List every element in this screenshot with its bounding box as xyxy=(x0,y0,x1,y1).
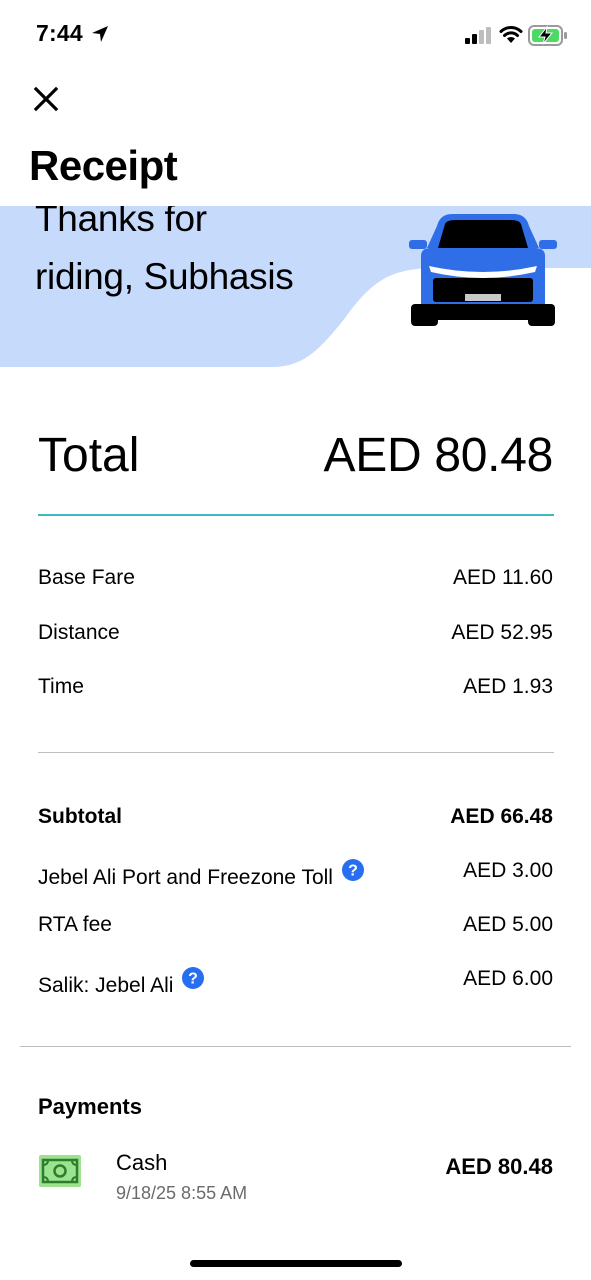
section-divider xyxy=(20,1046,571,1047)
fee-label-wrap: Salik: Jebel Ali? xyxy=(38,967,205,998)
fare-label: Base Fare xyxy=(38,566,135,589)
location-arrow-icon xyxy=(92,26,108,42)
fare-row-distance: Distance AED 52.95 xyxy=(38,621,553,651)
payments-heading: Payments xyxy=(38,1094,142,1119)
fare-row-time: Time AED 1.93 xyxy=(38,675,553,705)
fee-label: RTA fee xyxy=(38,913,112,936)
fee-value: AED 5.00 xyxy=(463,913,553,936)
subtotal-row: Subtotal AED 66.48 xyxy=(38,805,553,835)
hero-greeting: Thanks for riding, Subhasis xyxy=(35,206,375,306)
home-indicator[interactable] xyxy=(190,1260,402,1267)
total-value: AED 80.48 xyxy=(323,429,554,482)
fare-value: AED 1.93 xyxy=(463,675,553,698)
fee-label-wrap: Jebel Ali Port and Freezone Toll? xyxy=(38,859,364,890)
fee-row-rta: RTA fee AED 5.00 xyxy=(38,913,553,943)
subtotal-value: AED 66.48 xyxy=(450,805,553,828)
car-icon xyxy=(409,214,557,326)
subtotal-label: Subtotal xyxy=(38,805,122,828)
section-divider xyxy=(38,752,554,753)
status-time: 7:44 xyxy=(36,20,83,46)
wifi-icon xyxy=(499,26,523,43)
close-button[interactable] xyxy=(31,84,61,114)
fee-value: AED 6.00 xyxy=(463,967,553,990)
help-icon[interactable]: ? xyxy=(341,859,364,881)
fee-row-salik: Salik: Jebel Ali? AED 6.00 xyxy=(38,967,553,997)
fee-label: Salik: Jebel Ali xyxy=(38,974,174,997)
fare-label: Time xyxy=(38,675,84,698)
cellular-signal-icon xyxy=(465,27,491,44)
svg-text:?: ? xyxy=(189,971,199,988)
fare-value: AED 52.95 xyxy=(451,621,553,644)
total-label: Total xyxy=(38,429,140,482)
fee-value: AED 3.00 xyxy=(463,859,553,882)
svg-text:?: ? xyxy=(348,863,358,880)
status-bar: 7:44 xyxy=(0,0,591,70)
hero-banner: Thanks for riding, Subhasis xyxy=(0,206,591,367)
hero-greeting-line1: Thanks for xyxy=(35,206,207,239)
fare-row-base-fare: Base Fare AED 11.60 xyxy=(38,566,553,596)
payment-date: 9/18/25 8:55 AM xyxy=(116,1183,248,1203)
help-icon[interactable]: ? xyxy=(182,967,205,989)
payment-method: Cash xyxy=(116,1150,168,1175)
hero-greeting-line2: riding, Subhasis xyxy=(35,256,294,297)
fee-label: Jebel Ali Port and Freezone Toll xyxy=(38,866,333,889)
fare-value: AED 11.60 xyxy=(452,566,553,589)
cash-icon xyxy=(39,1155,81,1187)
fee-row-jebel-ali-toll: Jebel Ali Port and Freezone Toll? AED 3.… xyxy=(38,859,553,889)
payment-amount: AED 80.48 xyxy=(445,1154,553,1179)
fare-label: Distance xyxy=(38,621,120,644)
battery-charging-icon xyxy=(528,25,567,46)
total-divider xyxy=(38,514,554,516)
page-title: Receipt xyxy=(29,142,178,189)
